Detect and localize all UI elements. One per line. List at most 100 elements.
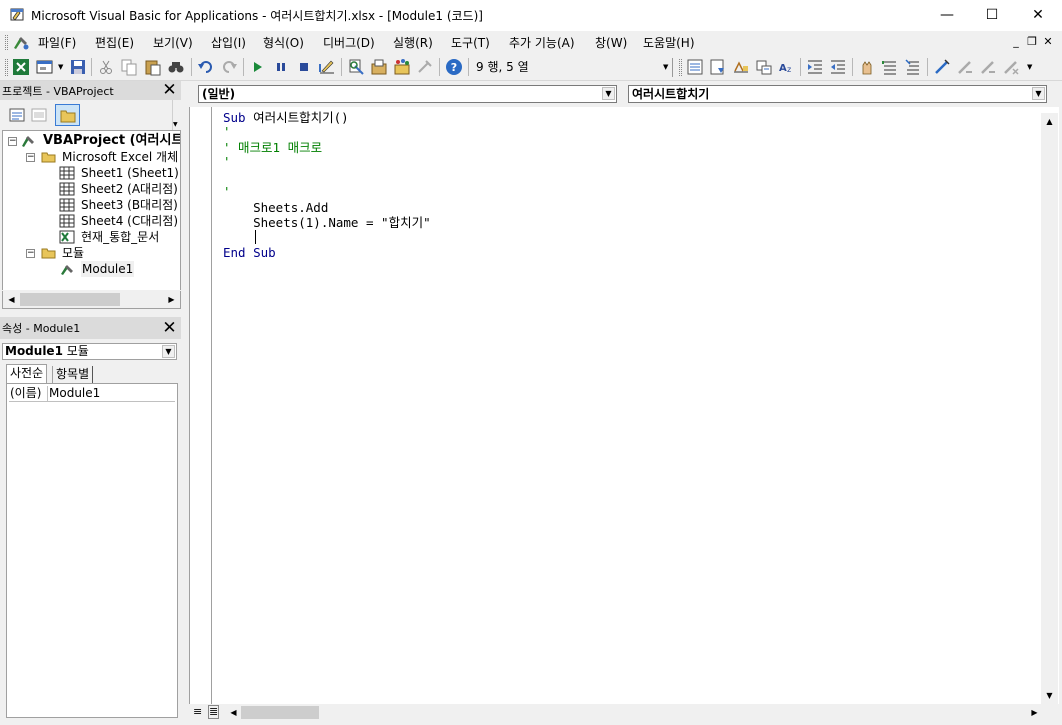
- save-icon[interactable]: [69, 58, 87, 76]
- collapse-icon[interactable]: −: [26, 249, 35, 258]
- project-toolbar-scroll[interactable]: ▼: [172, 100, 181, 130]
- scroll-left-icon[interactable]: ◀: [225, 704, 242, 721]
- uncomment-block-icon[interactable]: [904, 58, 922, 76]
- tree-module1[interactable]: Module1: [81, 261, 135, 277]
- dropdown-arrow-icon[interactable]: ▼: [58, 63, 63, 71]
- property-value[interactable]: Module1: [49, 386, 100, 401]
- menubar-grip[interactable]: [5, 35, 8, 50]
- properties-window-icon[interactable]: [370, 58, 388, 76]
- paste-icon[interactable]: [144, 58, 162, 76]
- toggle-bookmark-icon[interactable]: [933, 58, 951, 76]
- tree-sheet4[interactable]: Sheet4 (C대리점): [81, 213, 178, 229]
- insert-userform-icon[interactable]: [36, 58, 54, 76]
- mdi-minimize-icon[interactable]: _: [1009, 35, 1023, 48]
- menu-addins[interactable]: 추가 기능(A): [509, 34, 575, 51]
- chevron-down-icon[interactable]: ▼: [1032, 87, 1045, 100]
- menu-insert[interactable]: 삽입(I): [211, 34, 246, 51]
- tree-vbaproject[interactable]: VBAProject (여러시트: [43, 133, 180, 149]
- tree-sheet3[interactable]: Sheet3 (B대리점): [81, 197, 178, 213]
- reset-icon[interactable]: [295, 58, 313, 76]
- view-code-icon[interactable]: [9, 107, 25, 123]
- scroll-down-icon[interactable]: ▼: [1041, 687, 1058, 704]
- minimize-button[interactable]: —: [924, 0, 970, 31]
- menu-edit[interactable]: 편집(E): [95, 34, 134, 51]
- project-close-icon[interactable]: ✕: [161, 82, 178, 99]
- previous-bookmark-icon[interactable]: [979, 58, 997, 76]
- parameter-info-icon[interactable]: [755, 58, 773, 76]
- code-line-8[interactable]: Sheets(1).Name = "합치기": [223, 215, 431, 230]
- code-editor[interactable]: [189, 107, 1059, 704]
- toolbar-overflow-icon[interactable]: ▼: [1027, 63, 1032, 71]
- close-button[interactable]: ✕: [1015, 0, 1061, 31]
- vba-menu-icon[interactable]: [12, 34, 30, 51]
- menu-format[interactable]: 형식(O): [263, 34, 304, 51]
- code-line-4[interactable]: ': [223, 154, 231, 169]
- list-constants-icon[interactable]: [709, 58, 727, 76]
- indent-icon[interactable]: [806, 58, 824, 76]
- code-hscrollbar[interactable]: ≡ ≣ ◀ ▶: [189, 704, 1062, 721]
- chevron-down-icon[interactable]: ▼: [162, 345, 175, 358]
- tab-alphabetic[interactable]: 사전순: [6, 364, 48, 383]
- copy-icon[interactable]: [120, 58, 138, 76]
- toolbox-icon[interactable]: [416, 58, 434, 76]
- mdi-close-icon[interactable]: ✕: [1041, 35, 1055, 48]
- full-module-view-icon[interactable]: ≣: [208, 705, 220, 719]
- toggle-breakpoint-icon[interactable]: [858, 58, 876, 76]
- design-mode-icon[interactable]: [318, 58, 336, 76]
- complete-word-icon[interactable]: Az: [778, 58, 796, 76]
- tree-modules-folder[interactable]: 모듈: [62, 245, 84, 261]
- break-icon[interactable]: [272, 58, 290, 76]
- object-combo[interactable]: (일반) ▼: [198, 85, 617, 103]
- scroll-right-icon[interactable]: ▶: [1026, 704, 1043, 721]
- code-line-2[interactable]: ': [223, 124, 231, 139]
- edit-toolbar-grip[interactable]: [679, 59, 682, 76]
- scroll-up-icon[interactable]: ▲: [1041, 113, 1058, 130]
- tree-excel-objects[interactable]: Microsoft Excel 개체: [62, 149, 178, 165]
- maximize-button[interactable]: ☐: [969, 0, 1015, 31]
- code-line-6[interactable]: ': [223, 184, 231, 199]
- scroll-thumb[interactable]: [241, 706, 319, 719]
- comment-block-icon[interactable]: [881, 58, 899, 76]
- toolbar-grip[interactable]: [5, 59, 8, 76]
- procedure-combo[interactable]: 여러시트합치기 ▼: [628, 85, 1047, 103]
- scroll-thumb[interactable]: [20, 293, 120, 306]
- menu-view[interactable]: 보기(V): [153, 34, 193, 51]
- code-vscrollbar[interactable]: ▲ ▼: [1041, 113, 1058, 704]
- collapse-icon[interactable]: −: [8, 137, 17, 146]
- procedure-name[interactable]: 여러시트합치기: [253, 110, 334, 125]
- tree-sheet1[interactable]: Sheet1 (Sheet1): [81, 165, 179, 181]
- object-browser-icon[interactable]: [393, 58, 411, 76]
- property-row-name[interactable]: (이름) Module1: [9, 386, 175, 402]
- toolbar-overflow-icon[interactable]: ▼: [663, 63, 668, 71]
- collapse-icon[interactable]: −: [26, 153, 35, 162]
- quick-info-icon[interactable]: [732, 58, 750, 76]
- clear-bookmarks-icon[interactable]: [1002, 58, 1020, 76]
- project-hscrollbar[interactable]: ◀ ▶: [2, 291, 181, 309]
- properties-object-select[interactable]: Module1 모듈 ▼: [2, 343, 177, 360]
- code-line-3[interactable]: ' 매크로1 매크로: [223, 140, 322, 155]
- redo-icon[interactable]: [220, 58, 238, 76]
- cut-icon[interactable]: [97, 58, 115, 76]
- code-line-1[interactable]: Sub 여러시트합치기(): [223, 110, 349, 125]
- help-icon[interactable]: ?: [445, 58, 463, 76]
- mdi-restore-icon[interactable]: ❐: [1025, 35, 1039, 48]
- scroll-right-icon[interactable]: ▶: [163, 291, 180, 308]
- code-line-10[interactable]: End Sub: [223, 245, 276, 260]
- scroll-left-icon[interactable]: ◀: [3, 291, 20, 308]
- excel-view-icon[interactable]: [12, 58, 30, 76]
- tree-sheet2[interactable]: Sheet2 (A대리점): [81, 181, 178, 197]
- chevron-down-icon[interactable]: ▼: [602, 87, 615, 100]
- menu-window[interactable]: 창(W): [595, 34, 627, 51]
- undo-icon[interactable]: [197, 58, 215, 76]
- view-object-icon[interactable]: [31, 107, 47, 123]
- list-properties-icon[interactable]: [686, 58, 704, 76]
- menu-run[interactable]: 실행(R): [393, 34, 433, 51]
- menu-tools[interactable]: 도구(T): [451, 34, 490, 51]
- properties-close-icon[interactable]: ✕: [161, 320, 178, 337]
- outdent-icon[interactable]: [829, 58, 847, 76]
- find-icon[interactable]: [167, 58, 185, 76]
- procedure-view-icon[interactable]: ≡: [193, 705, 202, 718]
- tree-thisworkbook[interactable]: 현재_통합_문서: [81, 229, 159, 245]
- next-bookmark-icon[interactable]: [956, 58, 974, 76]
- code-line-7[interactable]: Sheets.Add: [223, 200, 328, 215]
